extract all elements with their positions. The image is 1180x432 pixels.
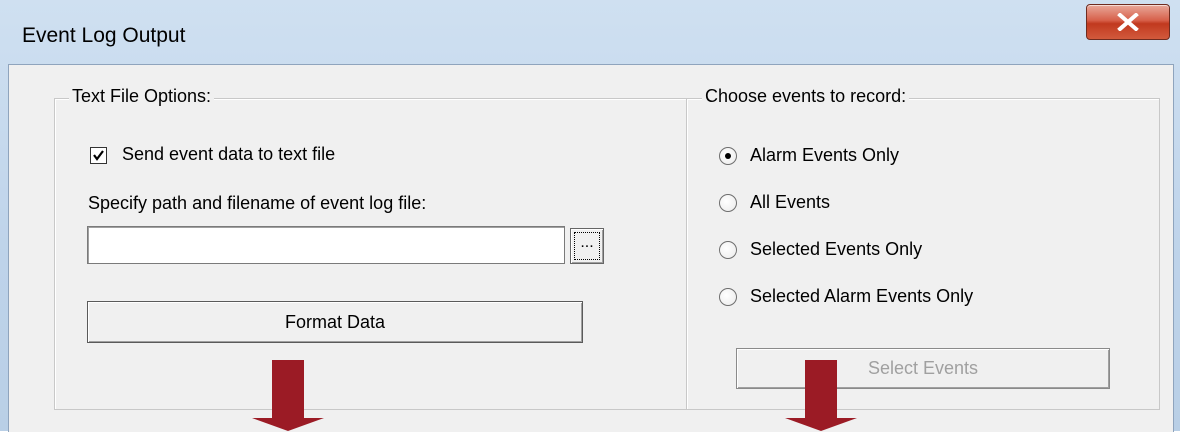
choose-events-group: Choose events to record: Alarm Events On… [686, 86, 1160, 410]
browse-button[interactable]: ... [570, 228, 604, 264]
event-log-output-dialog: Event Log Output Text File Options: Send… [0, 0, 1180, 432]
radio-selected-dot [725, 153, 731, 159]
close-icon [1117, 13, 1139, 31]
title-bar[interactable]: Event Log Output [0, 0, 1180, 64]
alarm-events-only-label[interactable]: Alarm Events Only [750, 145, 899, 166]
down-arrow-icon [252, 360, 324, 431]
selected-alarm-events-only-label[interactable]: Selected Alarm Events Only [750, 286, 973, 307]
browse-button-label: ... [574, 232, 600, 260]
checkmark-icon [93, 150, 104, 161]
send-event-data-checkbox[interactable] [90, 147, 107, 164]
dialog-client-area: Text File Options: Send event data to te… [8, 64, 1174, 432]
close-button[interactable] [1086, 4, 1170, 40]
radio-all-events[interactable] [719, 194, 737, 212]
all-events-label[interactable]: All Events [750, 192, 830, 213]
text-file-options-title: Text File Options: [69, 86, 215, 107]
selected-events-only-label[interactable]: Selected Events Only [750, 239, 922, 260]
radio-selected-alarm-events-only[interactable] [719, 288, 737, 306]
send-event-data-label[interactable]: Send event data to text file [122, 144, 335, 165]
text-file-options-group: Text File Options: Send event data to te… [54, 86, 688, 410]
radio-selected-events-only[interactable] [719, 241, 737, 259]
log-file-path-input[interactable] [87, 226, 565, 264]
window-title: Event Log Output [22, 24, 186, 47]
path-label: Specify path and filename of event log f… [88, 193, 427, 213]
down-arrow-icon [785, 360, 857, 431]
choose-events-title: Choose events to record: [702, 86, 910, 107]
format-data-button[interactable]: Format Data [87, 301, 583, 343]
radio-alarm-events-only[interactable] [719, 147, 737, 165]
